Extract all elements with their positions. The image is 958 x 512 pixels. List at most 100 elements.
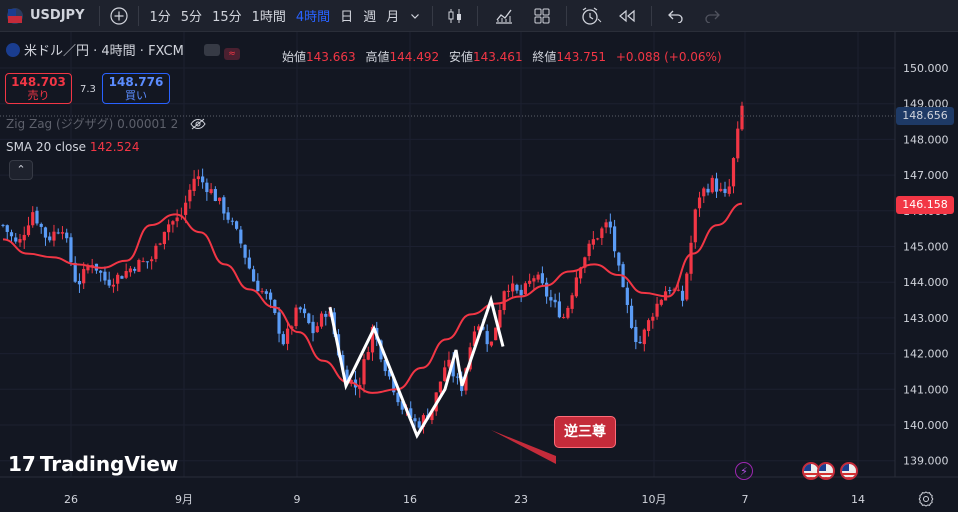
chevron-up-icon: ⌃ [16,163,26,176]
x-tick-label: 14 [851,493,865,506]
candle-body [188,189,192,202]
candle-body [693,209,697,243]
x-tick-label: 9 [294,493,301,506]
candle-body [685,273,689,300]
timeframe-1m[interactable]: 1分 [145,0,176,32]
alarm-icon[interactable] [573,0,609,32]
candle-body [230,220,234,222]
timeframe-4h[interactable]: 4時間 [291,0,335,32]
candle-body [158,243,162,245]
candle-body [171,221,175,225]
candle-body [566,307,570,318]
candle-body [52,231,56,241]
add-symbol-icon[interactable] [106,0,132,32]
candle-body [22,234,26,241]
candle-body [324,313,328,317]
buy-price: 148.776 [108,75,164,89]
candle-body [536,274,540,280]
candle-body [689,242,693,274]
logo-text: TradingView [39,452,179,476]
sma-price-tag: 146.158 [896,196,954,215]
candle-body [600,228,604,238]
low-value: 143.461 [472,50,523,64]
zigzag-legend[interactable]: Zig Zag (ジグザグ) 0.00001 2 [6,115,206,134]
eye-off-icon[interactable] [190,117,206,134]
legend-collapse-icon[interactable] [203,44,220,56]
candle-body [438,381,443,393]
sma-legend-name: SMA 20 close [6,140,86,154]
candle-body [532,278,536,282]
candle-style-icon[interactable] [439,0,471,32]
legend-wave-icon[interactable]: ≈ [224,48,241,60]
candle-body [77,280,82,285]
open-value: 143.663 [306,50,356,64]
candle-body [162,231,166,245]
candle-body [697,197,702,209]
sell-button[interactable]: 148.703 売り [5,73,72,104]
candle-body [608,221,612,228]
candle-body [549,297,553,301]
indicators-icon[interactable] [484,0,524,32]
candle-body [268,292,273,300]
candle-body [511,283,515,292]
symbol-search-button[interactable]: USDJPY [24,0,93,32]
candle-body [243,244,247,258]
replay-icon[interactable] [609,0,645,32]
sma-line [2,202,743,394]
symbol-logo-icon[interactable] [0,0,24,32]
us-flag-event-icon[interactable] [817,462,835,480]
flag-icon [6,43,20,57]
candle-body [247,257,251,269]
candle-body [192,178,196,192]
timeframe-5m[interactable]: 5分 [176,0,207,32]
candle-body [506,290,511,292]
open-label: 始値 [282,50,307,64]
candle-body [31,212,35,226]
sell-price: 148.703 [11,75,66,89]
candle-body [14,237,18,242]
candle-body [184,202,188,215]
chevron-down-icon[interactable] [404,0,426,32]
x-tick-label: 16 [403,493,417,506]
candle-body [676,289,680,291]
timeframe-1w[interactable]: 週 [358,0,381,32]
candle-body [485,331,489,345]
zigzag-legend-label: Zig Zag (ジグザグ) 0.00001 2 [6,117,179,131]
candle-body [39,223,43,227]
sma-legend-value: 142.524 [89,140,140,154]
symbol-legend: 米ドル／円 · 4時間 · FXCM ≈ [6,40,241,60]
lightning-icon[interactable]: ⚡ [735,462,753,480]
candle-body [595,238,600,240]
close-value: 143.751 [556,50,607,64]
sma-legend[interactable]: SMA 20 close 142.524 [6,140,139,154]
candle-body [680,290,685,301]
candle-body [719,188,723,191]
candle-body [570,295,574,309]
timeframe-1mo[interactable]: 月 [381,0,404,32]
candle-body [702,188,706,197]
layout-grid-icon[interactable] [524,0,560,32]
timeframe-1d[interactable]: 日 [335,0,358,32]
tradingview-logo: 17 TradingView [8,452,178,476]
candle-body [417,421,421,428]
price-chart[interactable]: 150.000149.000148.000147.000146.000145.0… [0,32,958,512]
candle-body [5,225,9,232]
candle-body [634,326,638,343]
candle-body [617,252,621,266]
collapse-legend-button[interactable]: ⌃ [9,160,33,180]
undo-icon[interactable] [658,0,694,32]
timeframe-1h[interactable]: 1時間 [247,0,291,32]
candle-body [137,260,141,272]
annotation-callout[interactable]: 逆三尊 [554,416,616,448]
current-price-tag: 148.656 [896,106,954,125]
x-tick-label: 9月 [175,493,193,506]
timeframe-15m[interactable]: 15分 [207,0,247,32]
us-flag-event-icon[interactable] [840,462,858,480]
candle-body [226,212,230,220]
candle-body [587,243,591,257]
high-value: 144.492 [389,50,440,64]
x-tick-label: 7 [742,493,749,506]
buy-button[interactable]: 148.776 買い [102,73,170,104]
candle-body [196,176,200,180]
candle-body [651,316,655,321]
